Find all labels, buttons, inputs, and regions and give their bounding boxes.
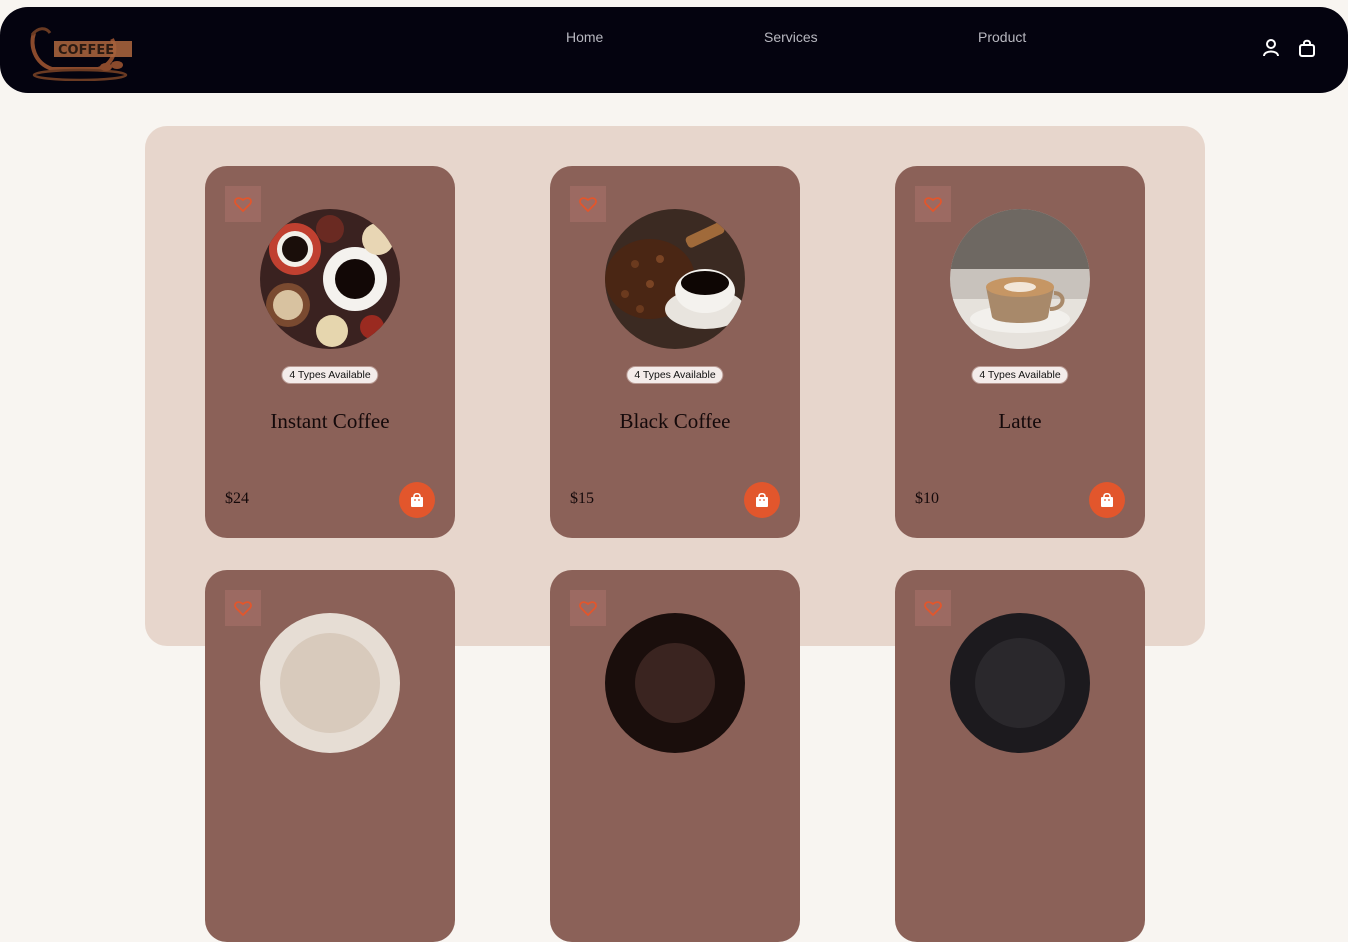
add-to-cart-button[interactable] [399,482,435,518]
heart-icon [234,601,252,616]
favorite-button[interactable] [915,590,951,626]
product-card[interactable] [550,570,800,942]
instant-coffee-photo [260,209,400,349]
favorite-button[interactable] [570,186,606,222]
heart-icon [234,197,252,212]
latte-photo [950,209,1090,349]
black-coffee-photo [605,209,745,349]
coffee-logo[interactable]: COFFEE [28,21,136,82]
product-price: $24 [225,490,249,507]
favorite-button[interactable] [225,590,261,626]
coffee-photo [950,613,1090,753]
heart-icon [924,601,942,616]
availability-badge: 4 Types Available [626,366,724,384]
add-to-cart-button[interactable] [744,482,780,518]
coffee-photo [260,613,400,753]
shopping-bag-icon [1101,492,1113,507]
product-card[interactable] [895,570,1145,942]
product-card[interactable]: 4 Types Available Instant Coffee $24 [205,166,455,538]
heart-icon [579,601,597,616]
svg-text:COFFEE: COFFEE [58,43,114,58]
product-title: Black Coffee [619,409,731,433]
shopping-bag-icon [411,492,423,507]
product-card[interactable]: 4 Types Available Latte $10 [895,166,1145,538]
product-card[interactable] [205,570,455,942]
nav-link-product[interactable]: Product [978,29,1026,45]
product-panel: 4 Types Available Instant Coffee $24 4 T… [145,126,1205,942]
favorite-button[interactable] [570,590,606,626]
add-to-cart-button[interactable] [1089,482,1125,518]
product-price: $15 [570,490,594,507]
availability-badge: 4 Types Available [281,366,379,384]
favorite-button[interactable] [225,186,261,222]
heart-icon [924,197,942,212]
favorite-button[interactable] [915,186,951,222]
shopping-bag-icon [756,492,768,507]
heart-icon [579,197,597,212]
user-icon[interactable] [1261,38,1281,58]
nav-link-services[interactable]: Services [764,29,818,45]
navbar: COFFEE Home Services Product [0,7,1348,93]
availability-badge: 4 Types Available [971,366,1069,384]
coffee-photo [605,613,745,753]
product-title: Latte [998,409,1042,433]
shopping-bag-icon[interactable] [1297,38,1317,58]
product-title: Instant Coffee [270,409,390,433]
product-price: $10 [915,490,939,507]
product-card[interactable]: 4 Types Available Black Coffee $15 [550,166,800,538]
nav-link-home[interactable]: Home [566,29,603,45]
